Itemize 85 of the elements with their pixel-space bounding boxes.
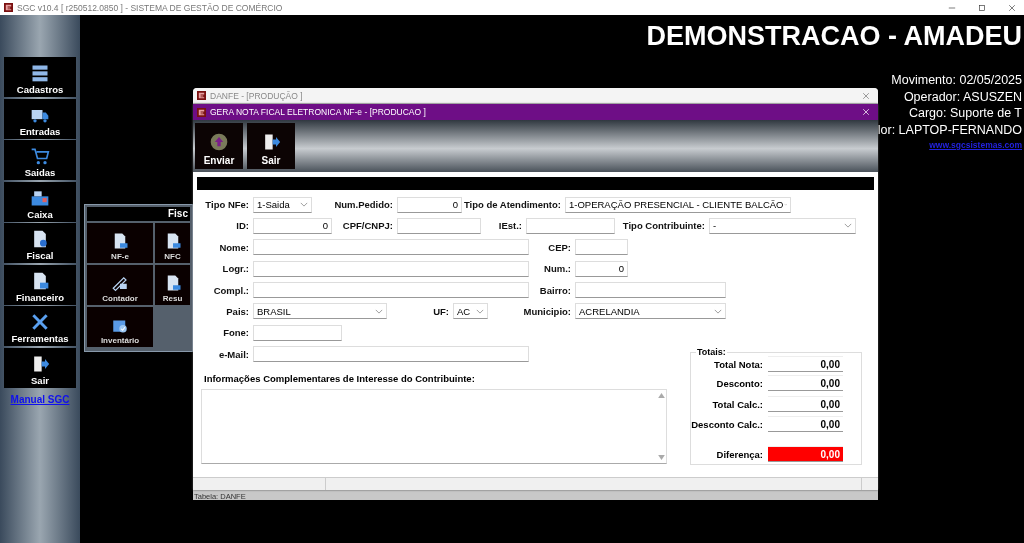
field-label: Compl.: [213,284,249,296]
total-label: Desconto: [716,377,763,389]
session-info: Cargo: Suporte de T [908,105,1022,122]
session-info: Operador: ASUSZEN [903,88,1022,105]
input-field[interactable] [253,282,529,299]
scroll-up-icon[interactable] [657,392,665,398]
window-title: DANFE - [PRODUÇÃO ] [210,90,303,101]
menu-tile[interactable]: Resu [155,265,190,305]
field-label: Pais: [226,305,249,317]
total-label: Total Calc.: [712,398,763,410]
close-icon[interactable] [862,91,870,100]
maximize-icon[interactable] [978,3,986,12]
pen-icon [111,274,129,292]
total-label: Desconto Calc.: [691,418,763,430]
total-field: 0,00 [768,375,843,392]
field-label: CEP: [548,241,571,253]
sidebar-button[interactable]: Financeiro [4,264,76,305]
dropdown[interactable]: 1-OPERAÇÃO PRESENCIAL - CLIENTE BALCÃO [565,196,791,213]
toolbar-button[interactable]: Enviar [195,123,243,169]
app-logo-icon [4,3,13,12]
sidebar-button[interactable]: Ferramentas [4,306,76,346]
input-field[interactable] [253,324,342,341]
group-title: Totais: [696,347,727,358]
stack-icon [30,63,50,83]
field-label: UF: [433,305,449,317]
field-label: CPF/CNPJ: [342,220,393,232]
session-info: Movimento: 02/05/2025 [891,72,1022,89]
field-label: Nome: [219,241,249,253]
field-label: Tipo NFe: [205,199,249,210]
input-field[interactable] [575,282,726,299]
dialog-title: GERA NOTA FICAL ELETRONICA NF-e - [PRODUCAO ] [210,107,426,117]
input-field[interactable] [253,239,529,256]
sidebar-button[interactable]: Cadastros [4,57,76,97]
sidebar-button[interactable]: Fiscal [4,223,76,263]
field-label: e-Mail: [218,348,249,360]
company-name: DEMONSTRACAO - AMADEU [646,21,1022,52]
close-icon[interactable] [1008,3,1016,12]
panel-title: Fisc [87,207,190,221]
dropdown[interactable]: 1-Saida [253,196,312,213]
menu-tile[interactable]: Inventário [87,307,153,347]
input-field[interactable] [575,239,628,256]
dropdown[interactable]: AC [453,303,488,320]
toolbar-button[interactable]: Sair [247,123,295,169]
total-label: Total Nota: [714,358,763,370]
session-info: lor: LAPTOP-FERNANDO [877,121,1022,138]
cart-icon [30,146,50,166]
input-field[interactable]: 0 [575,260,628,277]
app-logo-icon [197,91,206,100]
field-label: Fone: [223,327,249,339]
input-field[interactable]: 0 [397,196,462,213]
section-label: Informações Complementares de Interesse do Contribuinte: [203,373,476,385]
input-field[interactable] [526,217,615,234]
sidebar-button[interactable]: Sair [4,347,76,388]
input-field[interactable]: 0 [253,217,332,234]
field-label: Logr.: [222,263,249,275]
menu-tile[interactable]: NFC [155,223,190,263]
window-title: SGC v10.4 [ r250512.0850 ] - SISTEMA DE GESTÃO DE COMÉRCIO [17,2,283,13]
field-label: ID: [236,220,249,232]
sidebar-button[interactable]: Entradas [4,98,76,139]
total-field: 0,00 [768,396,843,413]
dropdown[interactable]: BRASIL [253,303,387,320]
dropdown[interactable]: ACRELANDIA [575,303,726,320]
total-label: Diferença: [716,448,763,460]
field-label: Bairro: [539,284,571,296]
app-logo-icon [197,107,206,117]
input-field[interactable] [253,346,529,363]
upload-icon [209,132,229,152]
total-field: 0,00 [768,356,843,373]
sidebar-button[interactable]: Caixa [4,181,76,222]
input-field[interactable] [397,217,481,234]
field-label: IEst.: [498,220,522,232]
field-label: Tipo de Atendimento: [463,199,561,210]
total-field: 0,00 [768,416,843,433]
field-label: Num.Pedido: [334,199,393,210]
total-field: 0,00 [768,446,843,463]
field-label: Num.: [544,263,571,275]
menu-tile[interactable]: NF-e [87,223,153,263]
input-field[interactable] [253,260,529,277]
menu-tile[interactable]: Contador [87,265,153,305]
sidebar-button[interactable]: Saidas [4,140,76,180]
dropdown[interactable]: - [709,217,856,234]
field-label: Municipio: [523,305,571,317]
scroll-down-icon[interactable] [657,454,665,460]
field-label: Tipo Contribuinte: [622,220,705,232]
tools-icon [30,312,50,332]
